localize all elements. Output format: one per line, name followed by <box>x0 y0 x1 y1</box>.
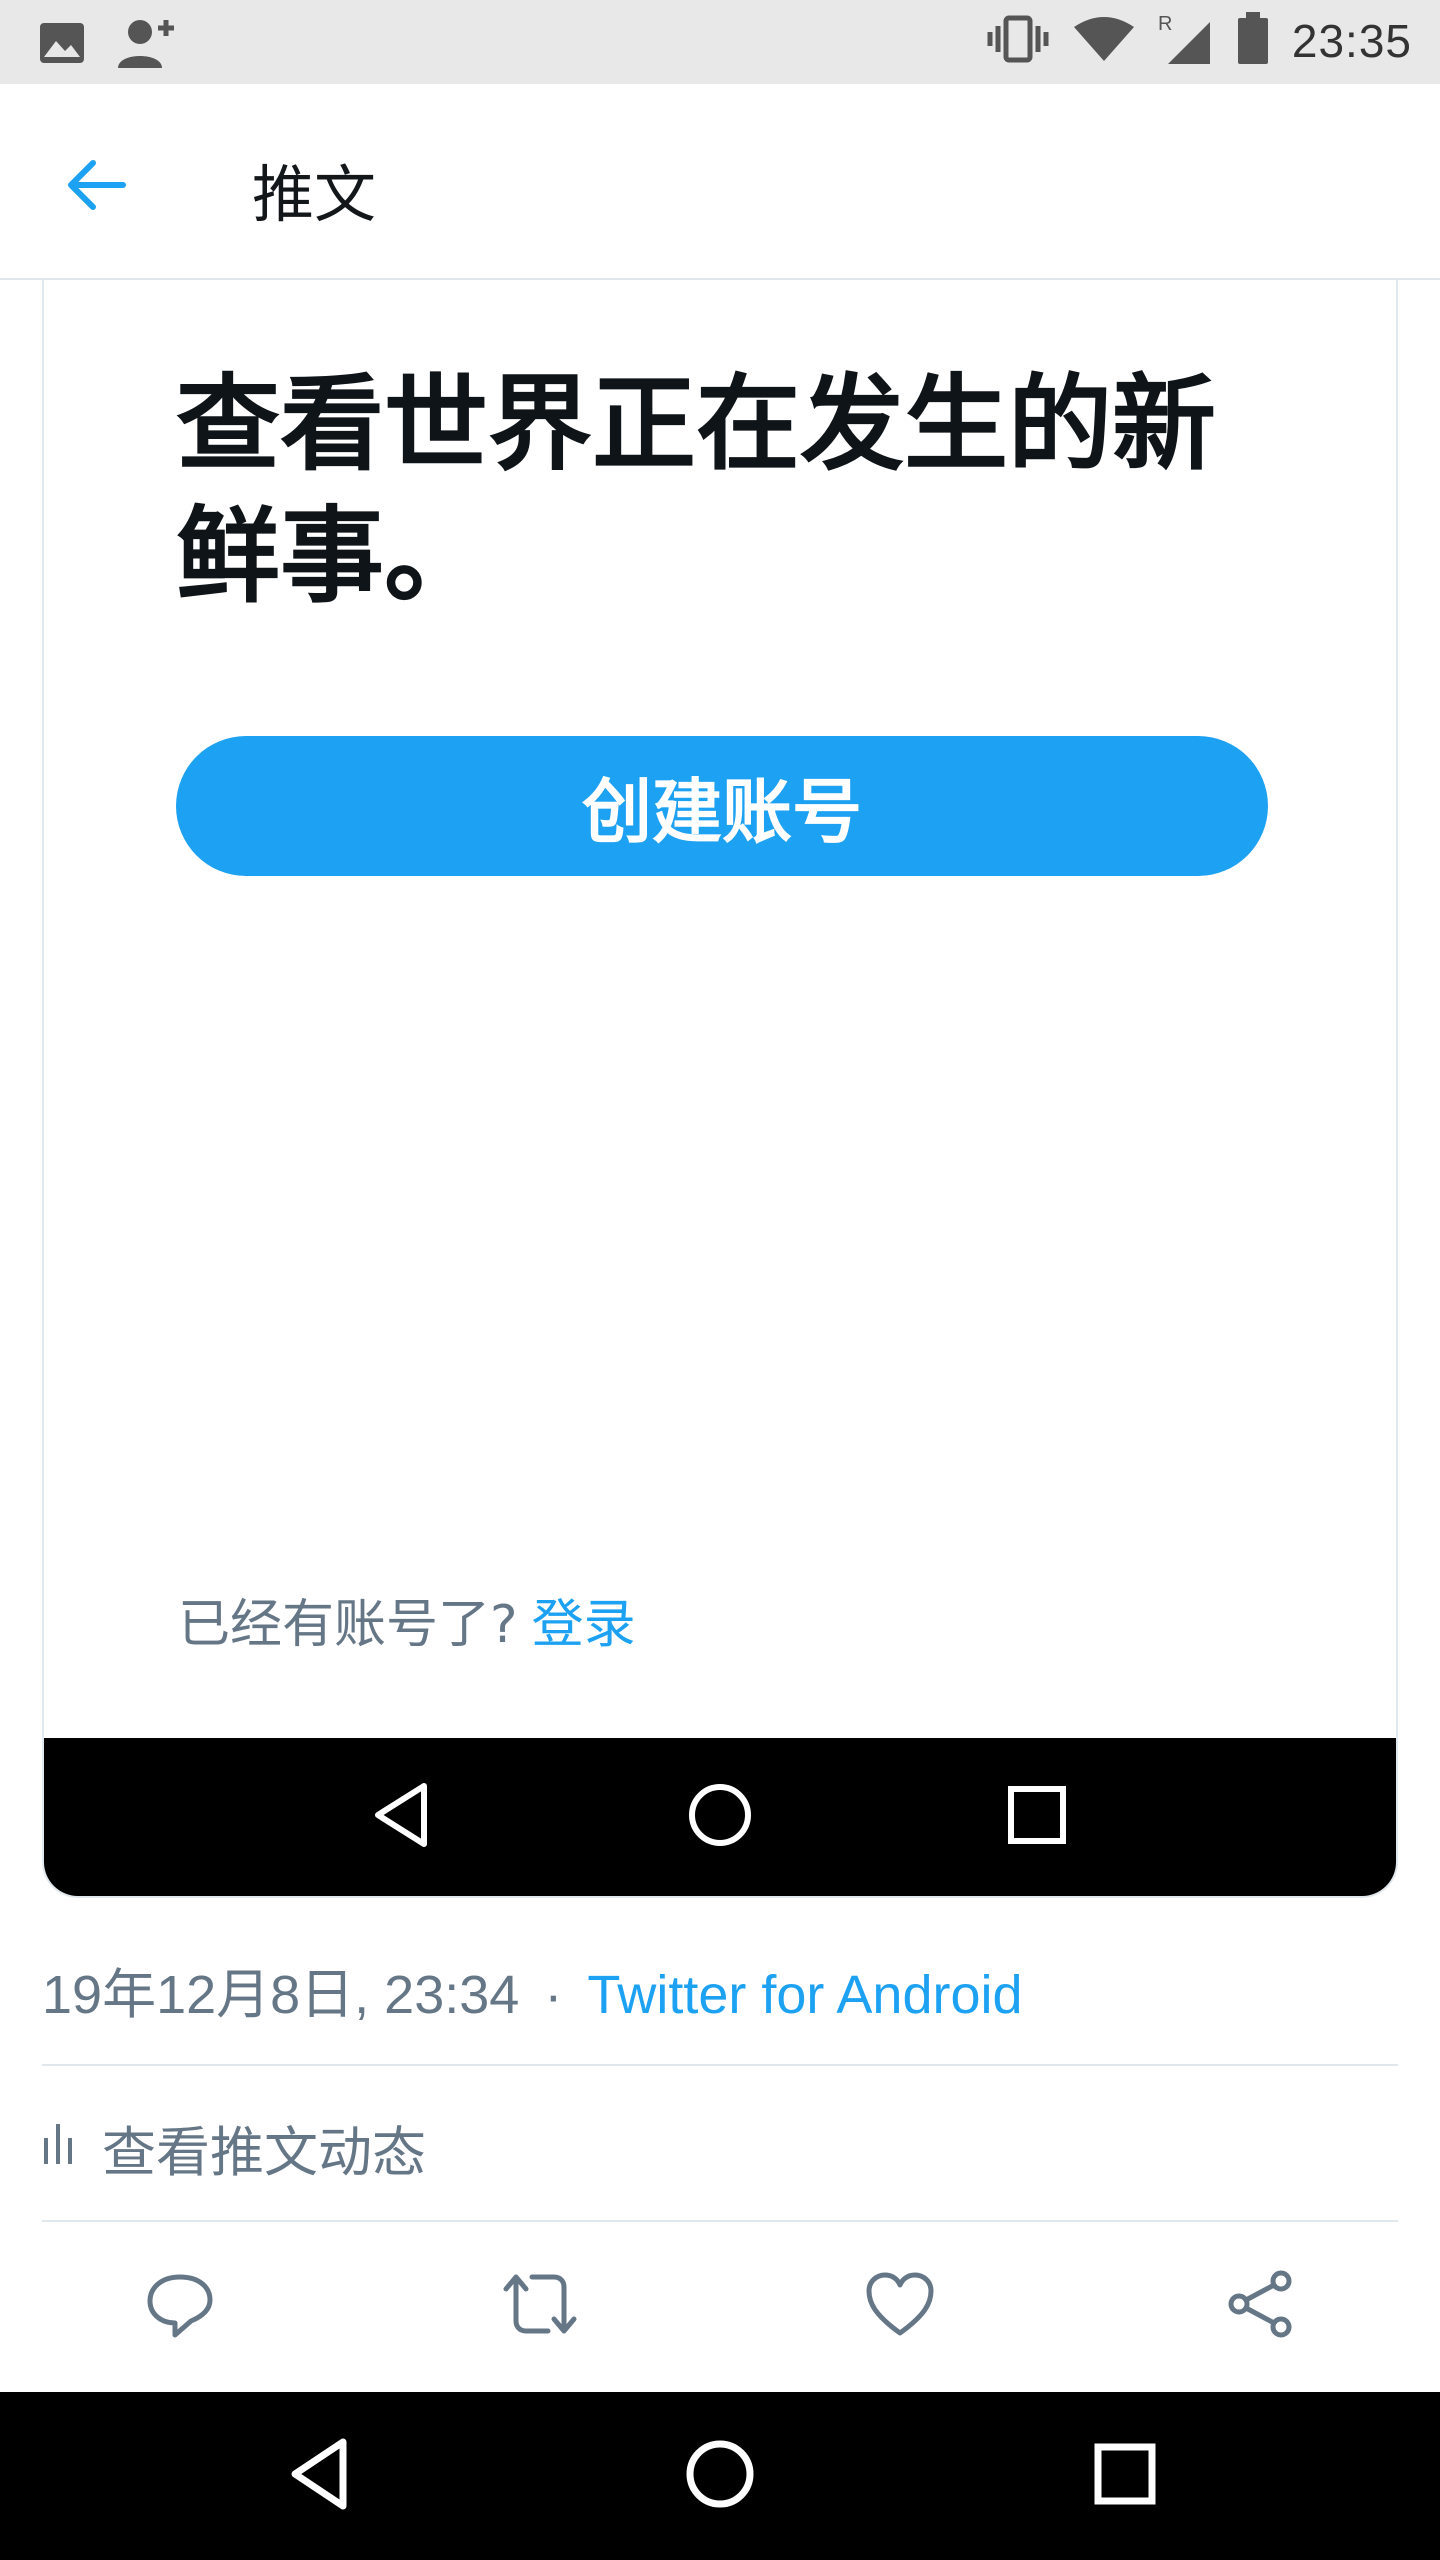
arrow-left-icon <box>63 157 127 217</box>
login-link[interactable]: 登录 <box>532 1595 636 1655</box>
divider <box>42 2220 1398 2222</box>
status-time: 23:35 <box>1291 15 1412 67</box>
status-bar: R 23:35 <box>0 0 1440 84</box>
back-button[interactable] <box>50 142 140 232</box>
recents-icon <box>1090 2439 1160 2513</box>
tweet-meta: 19年12月8日, 23:34 · Twitter for Android <box>42 1950 1023 2029</box>
card-nav-bar <box>44 1738 1396 1896</box>
login-row: 已经有账号了? 登录 <box>178 1582 636 1657</box>
nav-recents-button[interactable] <box>1075 2426 1175 2526</box>
retweet-icon <box>502 2269 578 2343</box>
tweet-timestamp: 19年12月8日, 23:34 <box>42 1965 520 2025</box>
tweet-actions <box>0 2262 1440 2350</box>
reply-button[interactable] <box>136 2262 224 2350</box>
create-account-button[interactable]: 创建账号 <box>176 736 1268 876</box>
add-user-icon <box>116 16 178 74</box>
nav-home-button[interactable] <box>670 2426 770 2526</box>
svg-text:R: R <box>1158 13 1172 35</box>
home-icon <box>685 1780 755 1854</box>
retweet-button[interactable] <box>496 2262 584 2350</box>
meta-separator: · <box>544 1965 563 2025</box>
system-nav-bar <box>0 2392 1440 2560</box>
app-bar: 推文 <box>0 84 1440 280</box>
tweet-source-link[interactable]: Twitter for Android <box>587 1965 1022 2025</box>
image-icon <box>38 21 86 69</box>
battery-icon <box>1236 12 1270 70</box>
recents-icon <box>1002 1780 1072 1854</box>
tweet-media-card[interactable]: 查看世界正在发生的新鲜事。 创建账号 已经有账号了? 登录 <box>42 280 1398 1898</box>
back-icon <box>285 2436 355 2516</box>
divider <box>42 2064 1398 2066</box>
reply-icon <box>145 2269 215 2343</box>
analytics-label: 查看推文动态 <box>102 2121 426 2184</box>
like-button[interactable] <box>856 2262 944 2350</box>
page-title: 推文 <box>252 158 377 231</box>
wifi-icon <box>1072 15 1136 67</box>
share-icon <box>1225 2269 1295 2343</box>
bar-chart-icon <box>42 2116 78 2179</box>
heart-icon <box>865 2271 935 2341</box>
home-icon <box>682 2436 758 2516</box>
nav-back-button[interactable] <box>270 2426 370 2526</box>
card-headline: 查看世界正在发生的新鲜事。 <box>176 363 1217 617</box>
vibrate-icon <box>986 14 1050 68</box>
view-analytics-link[interactable]: 查看推文动态 <box>42 2108 426 2187</box>
login-prompt: 已经有账号了? <box>178 1595 518 1655</box>
back-icon <box>368 1780 438 1854</box>
share-button[interactable] <box>1216 2262 1304 2350</box>
signal-roaming-icon: R <box>1158 12 1214 70</box>
